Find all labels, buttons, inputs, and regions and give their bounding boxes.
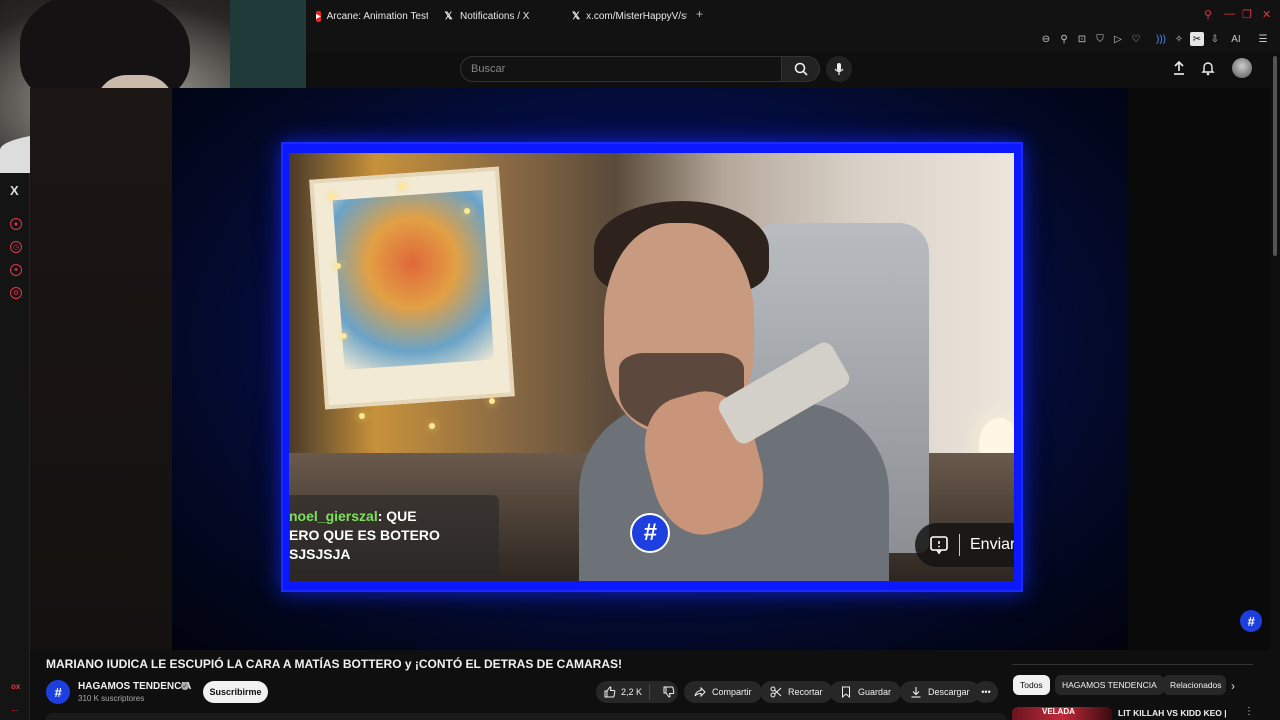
tab-label: Arcane: Animation Test -: [326, 10, 428, 22]
maximize-icon[interactable]: ❐: [1242, 8, 1252, 21]
like-dislike-group: 2,2 K: [596, 681, 678, 703]
related-menu-icon[interactable]: ⋮: [1244, 706, 1254, 717]
subscriber-count: 310 K suscriptores: [78, 694, 145, 703]
chat-username: noel_gierszal: [289, 508, 378, 524]
create-button[interactable]: [1171, 60, 1187, 76]
x-icon: 𝕏: [572, 10, 581, 22]
related-thumbnail[interactable]: VELADA: [1012, 707, 1112, 720]
clip-label: Recortar: [788, 687, 823, 697]
bell-icon: [1201, 62, 1215, 76]
chip-related[interactable]: Relacionados: [1163, 675, 1226, 695]
search-input[interactable]: Buscar: [460, 56, 782, 82]
video-content[interactable]: noel_gierszal: QUE ERO QUE ES BOTERO SJS…: [289, 153, 1014, 581]
minimize-icon[interactable]: —: [1224, 8, 1235, 20]
chevron-right-icon[interactable]: ›: [1231, 679, 1235, 693]
clock-icon[interactable]: ◷: [10, 241, 22, 253]
twitter-extension-icon[interactable]: ✂: [1190, 32, 1204, 46]
pin-icon[interactable]: ⚲: [1057, 32, 1071, 46]
x-icon: 𝕏: [444, 10, 453, 22]
poster-image: [309, 166, 515, 410]
scissors-icon: [770, 686, 782, 698]
extensions-icon[interactable]: ✧: [1172, 32, 1186, 46]
chat-text: SJSJSJA: [289, 546, 351, 562]
download-button[interactable]: Descargar: [900, 681, 980, 703]
send-label: Enviar: [970, 536, 1014, 553]
youtube-icon: ▶: [316, 10, 321, 22]
tab-status[interactable]: 𝕏 x.com/MisterHappyV/statu: [572, 6, 687, 26]
subscribe-button[interactable]: Suscribirme: [203, 681, 268, 703]
youtube-header: Buscar: [306, 52, 1280, 88]
save-button[interactable]: Guardar: [830, 681, 902, 703]
player-left-area: [30, 88, 172, 650]
voice-search-button[interactable]: [826, 56, 852, 82]
notifications-button[interactable]: [1200, 60, 1216, 76]
download-icon: [911, 687, 921, 698]
like-button[interactable]: 2,2 K: [596, 684, 650, 700]
video-title: MARIANO IUDICA LE ESCUPIÓ LA CARA A MATÍ…: [46, 657, 622, 671]
sidebar-bottom-icon[interactable]: ox: [11, 682, 20, 691]
chat-bubble-icon: [930, 536, 948, 555]
ai-label: AI: [1231, 33, 1241, 45]
chat-overlay: noel_gierszal: QUE ERO QUE ES BOTERO SJS…: [289, 495, 499, 575]
related-video-title[interactable]: LIT KILLAH VS KIDD KEO |: [1118, 708, 1227, 718]
description-box[interactable]: [46, 713, 1006, 720]
dislike-button[interactable]: [656, 686, 675, 698]
zoom-icon[interactable]: ⊖: [1039, 32, 1053, 46]
chat-text: : QUE: [377, 508, 417, 524]
heart-icon[interactable]: ♡: [1129, 32, 1143, 46]
search-tabs-icon[interactable]: ⚲: [1204, 8, 1212, 21]
page-scrollbar[interactable]: [1270, 52, 1280, 720]
extension-icon[interactable]: ✦: [10, 264, 22, 276]
channel-avatar[interactable]: #: [46, 680, 70, 704]
settings-icon[interactable]: ⚙: [10, 287, 22, 299]
browser-tab-bar: ▶ Arcane: Animation Test - 𝕏 Notificatio…: [306, 0, 1280, 30]
download-label: Descargar: [928, 687, 970, 697]
verified-icon: ✓: [181, 682, 189, 690]
search-button[interactable]: [782, 56, 820, 82]
microphone-icon: [834, 63, 844, 75]
menu-icon[interactable]: ☰: [1256, 32, 1270, 46]
chip-channel[interactable]: HAGAMOS TENDENCIA: [1055, 675, 1164, 695]
new-tab-button[interactable]: +: [696, 7, 703, 21]
bookmark-icon: [842, 686, 850, 698]
bookmark-icon[interactable]: ⊡: [1075, 32, 1089, 46]
tab-notifications[interactable]: 𝕏 Notifications / X: [443, 6, 553, 26]
tab-label: Notifications / X: [460, 10, 530, 22]
play-icon[interactable]: ▷: [1111, 32, 1125, 46]
share-label: Compartir: [712, 687, 752, 697]
ai-button[interactable]: AI: [1226, 32, 1246, 46]
save-label: Guardar: [858, 687, 892, 697]
x-sidebar-icon[interactable]: X: [10, 183, 19, 198]
share-icon: [694, 686, 706, 698]
thumbs-down-icon: [663, 686, 675, 698]
channel-name[interactable]: HAGAMOS TENDENCIA: [78, 681, 191, 692]
chip-all[interactable]: Todos: [1013, 675, 1050, 695]
shield-icon[interactable]: ⛉: [1093, 32, 1107, 46]
like-count: 2,2 K: [621, 687, 643, 697]
upload-icon: [1174, 60, 1184, 75]
more-actions-button[interactable]: •••: [974, 681, 998, 703]
clip-button[interactable]: Recortar: [760, 681, 833, 703]
thumbs-up-icon: [604, 686, 616, 698]
close-icon[interactable]: ✕: [1262, 8, 1271, 21]
record-icon[interactable]: ●: [10, 218, 22, 230]
share-button[interactable]: Compartir: [684, 681, 762, 703]
cast-icon[interactable]: ))): [1154, 32, 1168, 46]
download-icon[interactable]: ⇩: [1208, 32, 1222, 46]
player-right-area: [1128, 88, 1270, 650]
send-overlay: Enviar: [915, 523, 1014, 567]
tab-label: x.com/MisterHappyV/statu: [586, 10, 687, 22]
search-icon: [794, 62, 808, 76]
chat-text: ERO QUE ES BOTERO: [289, 527, 440, 543]
avatar[interactable]: [1232, 58, 1252, 78]
sidebar-more-icon[interactable]: ...: [11, 703, 19, 713]
channel-logo-overlay: #: [630, 513, 670, 553]
watermark-logo[interactable]: #: [1240, 610, 1262, 632]
browser-side-panel: X ● ◷ ✦ ⚙: [0, 173, 30, 720]
chips-divider: [1012, 664, 1253, 665]
browser-toolbar: ⊖ ⚲ ⊡ ⛉ ▷ ♡ ))) ✧ ✂ ⇩ AI ☰: [306, 30, 1280, 52]
tab-arcane[interactable]: ▶ Arcane: Animation Test -: [316, 6, 428, 26]
